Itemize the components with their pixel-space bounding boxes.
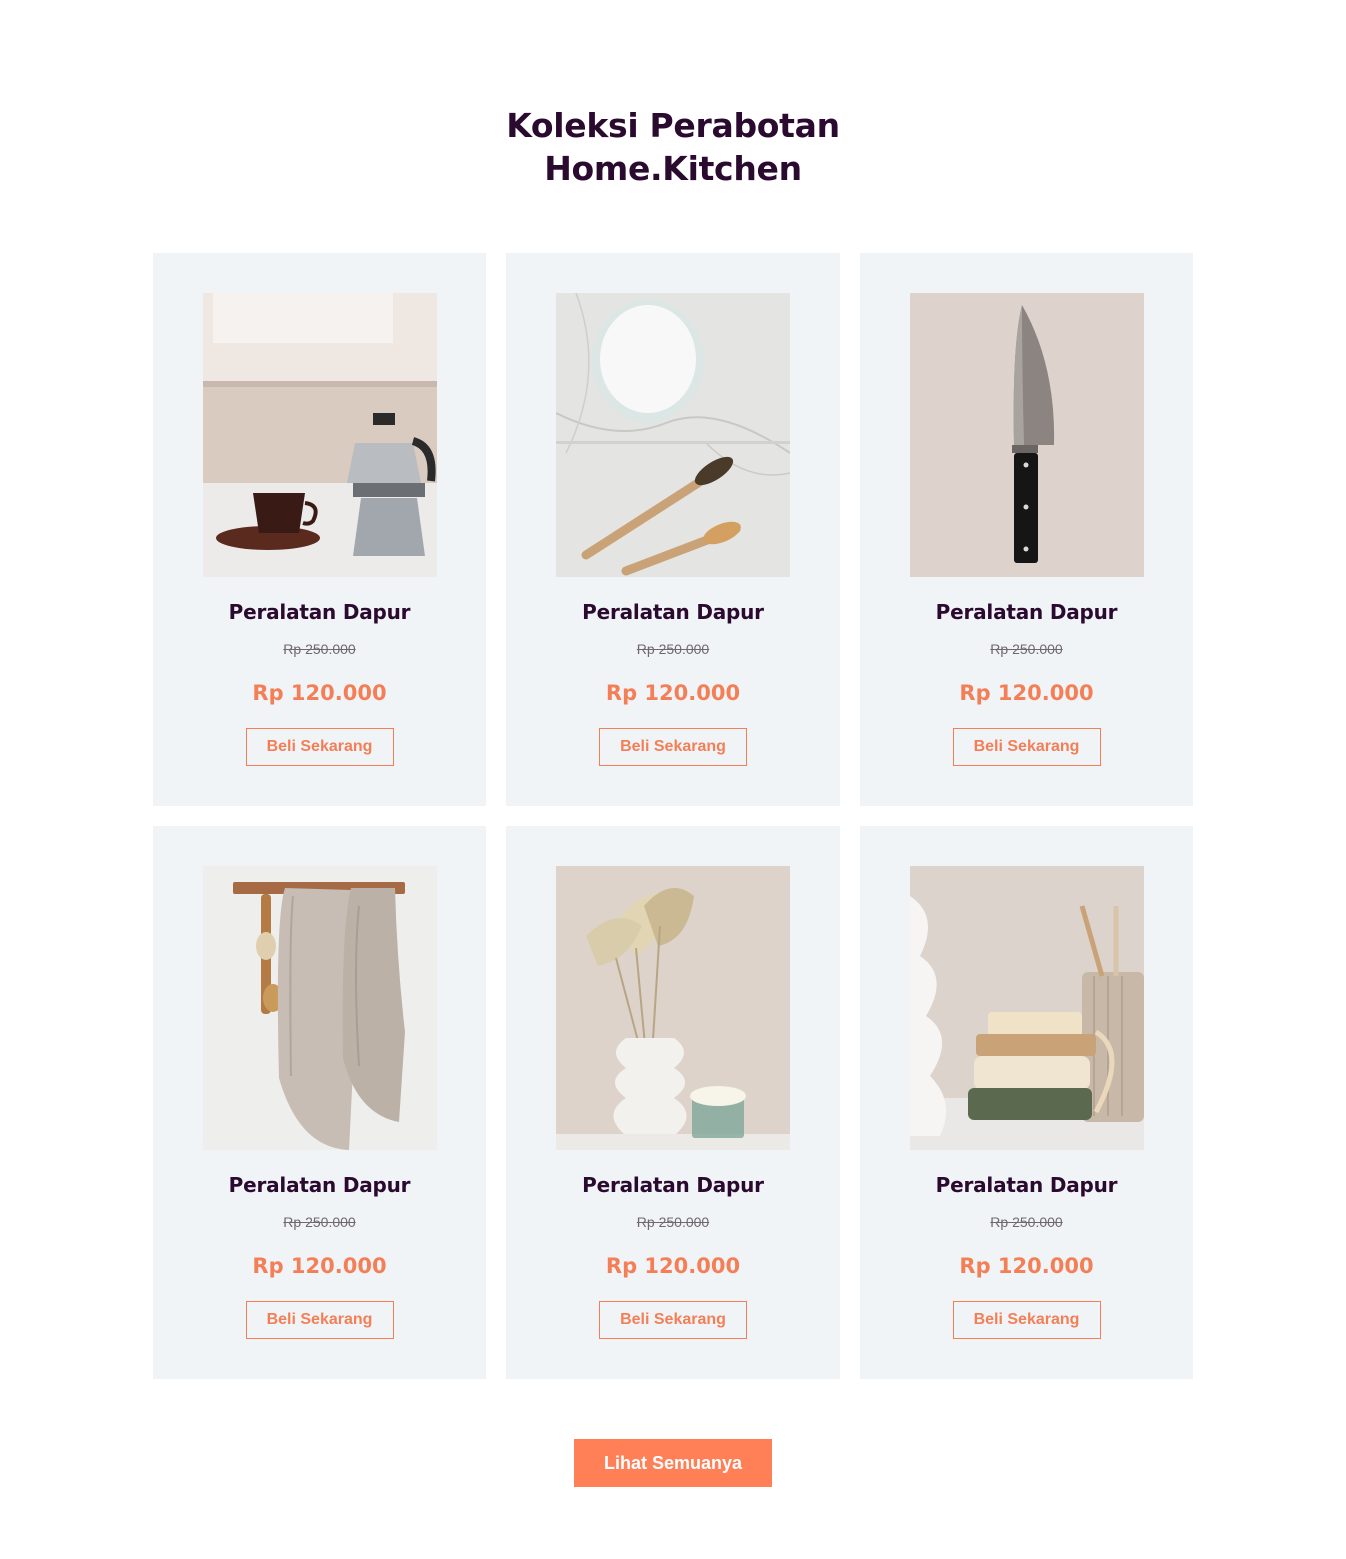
product-name: Peralatan Dapur bbox=[582, 1173, 764, 1197]
product-card: Peralatan Dapur Rp 250.000 Rp 120.000 Be… bbox=[153, 826, 486, 1379]
page-title: Koleksi Perabotan Home.Kitchen bbox=[0, 104, 1346, 190]
hanging-towels-image[interactable] bbox=[203, 866, 437, 1150]
product-grid: Peralatan Dapur Rp 250.000 Rp 120.000 Be… bbox=[153, 253, 1193, 1379]
buy-now-button[interactable]: Beli Sekarang bbox=[245, 1301, 394, 1339]
old-price: Rp 250.000 bbox=[990, 641, 1063, 657]
soap-brush-image[interactable] bbox=[910, 866, 1144, 1150]
product-name: Peralatan Dapur bbox=[228, 600, 411, 624]
price: Rp 120.000 bbox=[959, 681, 1094, 705]
buy-now-button[interactable]: Beli Sekarang bbox=[245, 728, 394, 766]
chef-knife-image[interactable] bbox=[910, 293, 1144, 577]
price: Rp 120.000 bbox=[252, 681, 387, 705]
old-price: Rp 250.000 bbox=[636, 1214, 710, 1230]
see-all-button[interactable]: Lihat Semuanya bbox=[574, 1439, 772, 1487]
page-title-line-2: Home.Kitchen bbox=[544, 149, 802, 188]
product-card: Peralatan Dapur Rp 250.000 Rp 120.000 Be… bbox=[506, 826, 840, 1379]
price: Rp 120.000 bbox=[959, 1254, 1094, 1278]
product-card: Peralatan Dapur Rp 250.000 Rp 120.000 Be… bbox=[860, 826, 1193, 1379]
product-name: Peralatan Dapur bbox=[228, 1173, 411, 1197]
old-price: Rp 250.000 bbox=[283, 641, 356, 657]
coffee-moka-pot-image[interactable] bbox=[203, 293, 437, 577]
old-price: Rp 250.000 bbox=[283, 1214, 356, 1230]
buy-now-button[interactable]: Beli Sekarang bbox=[952, 728, 1101, 766]
price: Rp 120.000 bbox=[605, 1254, 741, 1278]
old-price: Rp 250.000 bbox=[636, 641, 710, 657]
price: Rp 120.000 bbox=[252, 1254, 387, 1278]
product-name: Peralatan Dapur bbox=[582, 600, 764, 624]
old-price: Rp 250.000 bbox=[990, 1214, 1063, 1230]
price: Rp 120.000 bbox=[605, 681, 741, 705]
dried-palm-vase-image[interactable] bbox=[556, 866, 790, 1150]
buy-now-button[interactable]: Beli Sekarang bbox=[599, 1301, 747, 1339]
product-name: Peralatan Dapur bbox=[935, 1173, 1118, 1197]
product-card: Peralatan Dapur Rp 250.000 Rp 120.000 Be… bbox=[860, 253, 1193, 806]
product-card: Peralatan Dapur Rp 250.000 Rp 120.000 Be… bbox=[506, 253, 840, 806]
product-card: Peralatan Dapur Rp 250.000 Rp 120.000 Be… bbox=[153, 253, 486, 806]
buy-now-button[interactable]: Beli Sekarang bbox=[952, 1301, 1101, 1339]
page-title-line-1: Koleksi Perabotan bbox=[506, 106, 840, 145]
bamboo-toothbrush-image[interactable] bbox=[556, 293, 790, 577]
buy-now-button[interactable]: Beli Sekarang bbox=[599, 728, 747, 766]
product-name: Peralatan Dapur bbox=[935, 600, 1118, 624]
